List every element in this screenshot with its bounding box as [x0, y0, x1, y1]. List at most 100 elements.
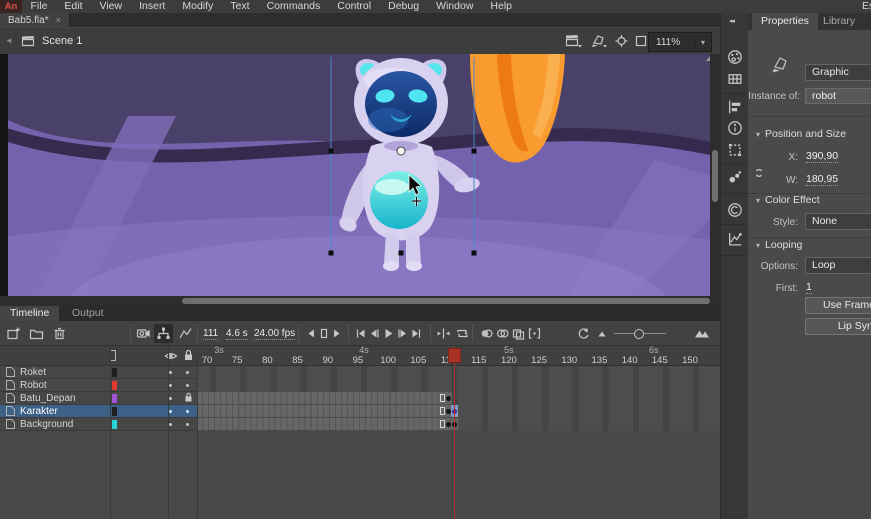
- layer-frames[interactable]: [197, 379, 720, 392]
- color-effect-section-header[interactable]: ▾Color Effect: [756, 194, 820, 206]
- stage-viewport[interactable]: [0, 54, 720, 296]
- layer-outline-color-swatch[interactable]: [112, 368, 117, 377]
- use-frame-picker-button[interactable]: Use Frame Picker: [805, 297, 871, 314]
- tab-output[interactable]: Output: [62, 306, 114, 321]
- layer-outline-color-swatch[interactable]: [112, 407, 117, 416]
- layer-frames[interactable]: [197, 405, 720, 418]
- layer-outline-color-swatch[interactable]: [112, 420, 117, 429]
- eye-icon[interactable]: [164, 350, 178, 362]
- timeline-zoom-in-icon[interactable]: [694, 326, 710, 341]
- layer-visibility-dot[interactable]: [169, 371, 172, 374]
- current-frame-value[interactable]: 111: [203, 328, 218, 340]
- modify-markers-button[interactable]: [527, 326, 542, 341]
- layer-row-batu_depan[interactable]: Batu_Depan: [0, 392, 720, 405]
- stage-zoom-select[interactable]: 111% ▾: [648, 32, 712, 52]
- menu-file[interactable]: File: [22, 0, 56, 13]
- layer-outline-color-swatch[interactable]: [112, 381, 117, 390]
- motion-editor-panel-icon[interactable]: [727, 231, 743, 247]
- menu-modify[interactable]: Modify: [174, 0, 222, 13]
- looping-section-header[interactable]: ▾Looping: [756, 239, 802, 251]
- color-panel-icon[interactable]: [727, 49, 743, 65]
- layer-lock-dot[interactable]: [186, 371, 189, 374]
- timeline-zoom-slider-knob[interactable]: [634, 329, 644, 339]
- workspace-switcher[interactable]: Essentials: [862, 0, 871, 13]
- layer-row-robot[interactable]: Robot: [0, 379, 720, 392]
- tab-timeline[interactable]: Timeline: [0, 306, 59, 321]
- loop-range-button[interactable]: [319, 326, 329, 341]
- collapse-panels-icon[interactable]: ◂◂: [729, 17, 734, 25]
- layer-visibility-dot[interactable]: [169, 423, 172, 426]
- menu-view[interactable]: View: [91, 0, 131, 13]
- center-playhead-button[interactable]: [436, 326, 451, 341]
- keyframe-dot[interactable]: [446, 422, 451, 427]
- swatches-panel-icon[interactable]: [727, 71, 743, 87]
- back-arrow-icon[interactable]: ◄: [5, 36, 13, 45]
- clip-content-button[interactable]: [634, 34, 648, 48]
- style-select[interactable]: None: [805, 213, 871, 230]
- new-layer-button[interactable]: [6, 326, 21, 341]
- layer-lock-dot[interactable]: [186, 410, 189, 413]
- layer-lock-dot[interactable]: [186, 423, 189, 426]
- edit-multiple-frames-button[interactable]: [511, 326, 526, 341]
- go-to-first-frame-button[interactable]: [355, 326, 366, 341]
- lip-syncing-button[interactable]: Lip Syncing: [805, 318, 871, 335]
- layer-frames[interactable]: [197, 366, 720, 379]
- layer-frames[interactable]: [197, 418, 720, 431]
- timeline-zoom-out-icon[interactable]: [597, 326, 607, 341]
- position-size-section-header[interactable]: ▾Position and Size: [756, 128, 846, 140]
- menu-debug[interactable]: Debug: [380, 0, 428, 13]
- layer-visibility-dot[interactable]: [169, 410, 172, 413]
- step-forward-button[interactable]: [332, 326, 342, 341]
- layer-row-background[interactable]: Background: [0, 418, 720, 431]
- menu-insert[interactable]: Insert: [131, 0, 174, 13]
- camera-button[interactable]: [136, 326, 151, 341]
- layer-row-karakter[interactable]: Karakter: [0, 405, 720, 418]
- link-width-height-icon[interactable]: [753, 165, 765, 181]
- show-layer-depth-button[interactable]: [178, 326, 193, 341]
- stage-vertical-scrollbar[interactable]: [710, 54, 720, 296]
- menu-commands[interactable]: Commands: [258, 0, 329, 13]
- stage-artwork[interactable]: [8, 54, 712, 296]
- stage-horizontal-scrollbar[interactable]: [0, 296, 720, 306]
- new-folder-button[interactable]: [29, 326, 44, 341]
- edit-scene-button[interactable]: [565, 34, 582, 48]
- keyframe-dot[interactable]: [446, 396, 451, 401]
- app-logo[interactable]: An: [0, 0, 22, 13]
- playhead-marker[interactable]: [448, 348, 461, 363]
- loop-options-select[interactable]: Loop: [805, 257, 871, 274]
- align-panel-icon[interactable]: [727, 99, 743, 115]
- lock-icon[interactable]: [183, 349, 194, 362]
- loop-playback-button[interactable]: [455, 326, 470, 341]
- cc-libraries-panel-icon[interactable]: [727, 202, 743, 218]
- layer-parenting-button[interactable]: [154, 324, 173, 343]
- layer-frames[interactable]: [197, 392, 720, 405]
- onion-skin-outlines-button[interactable]: [495, 326, 510, 341]
- symbol-type-select[interactable]: Graphic: [805, 64, 871, 81]
- layer-lock-dot[interactable]: [186, 384, 189, 387]
- elapsed-time-value[interactable]: 4.6 s: [226, 328, 248, 340]
- layer-visibility-dot[interactable]: [169, 384, 172, 387]
- play-button[interactable]: [383, 326, 394, 341]
- menu-edit[interactable]: Edit: [56, 0, 91, 13]
- brush-library-panel-icon[interactable]: [727, 169, 743, 185]
- step-forward-one-frame-button[interactable]: [397, 326, 408, 341]
- info-panel-icon[interactable]: [727, 120, 743, 136]
- reset-timeline-zoom-button[interactable]: [576, 326, 591, 341]
- edit-symbols-button[interactable]: [590, 34, 607, 48]
- step-back-button[interactable]: [306, 326, 316, 341]
- x-value[interactable]: 390,90: [806, 150, 838, 163]
- close-tab-icon[interactable]: ×: [56, 15, 61, 25]
- frame-rate-value[interactable]: 24.00 fps: [254, 328, 295, 340]
- menu-text[interactable]: Text: [222, 0, 258, 13]
- onion-skin-button[interactable]: [479, 326, 494, 341]
- delete-layer-button[interactable]: [52, 326, 67, 341]
- tab-library[interactable]: Library: [814, 13, 864, 30]
- first-frame-value[interactable]: 1: [806, 281, 812, 294]
- menu-help[interactable]: Help: [482, 0, 521, 13]
- layer-visibility-dot[interactable]: [169, 397, 172, 400]
- layer-outline-color-swatch[interactable]: [112, 394, 117, 403]
- tab-properties[interactable]: Properties: [752, 13, 818, 30]
- transform-panel-icon[interactable]: [727, 142, 743, 158]
- menu-control[interactable]: Control: [329, 0, 380, 13]
- layer-lock-icon[interactable]: [184, 392, 193, 403]
